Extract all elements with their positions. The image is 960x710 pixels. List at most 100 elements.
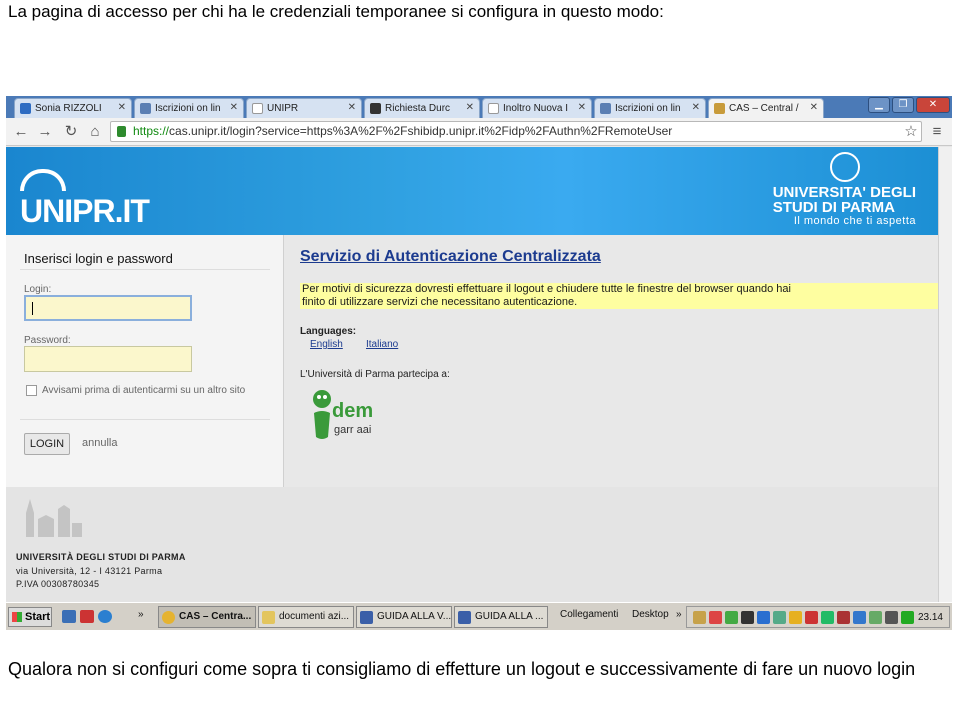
language-italiano-link[interactable]: Italiano [366,339,398,350]
warning-icon[interactable] [789,611,802,624]
outlook-icon [20,103,31,114]
close-icon[interactable]: ✕ [466,102,474,113]
tray-app-icon[interactable] [853,611,866,624]
chevron-right-icon[interactable]: » [138,609,144,620]
menu-icon[interactable]: ≡ [928,123,946,141]
folder-icon [262,611,275,624]
bookmark-star-icon[interactable]: ☆ [902,123,920,141]
divider [20,419,270,420]
links-toolbar[interactable]: Collegamenti [560,609,618,620]
chevron-right-icon[interactable]: » [676,609,682,620]
language-english-link[interactable]: English [310,339,343,350]
forward-icon[interactable]: → [36,123,54,141]
task-documenti[interactable]: documenti azi... [258,606,354,628]
login-panel: Inserisci login e password Login: Passwo… [6,235,284,487]
footer-address: via Università, 12 - I 43121 Parma [16,566,163,576]
footer-name: UNIVERSITÀ DEGLI STUDI DI PARMA [16,552,186,562]
password-input[interactable] [24,346,192,372]
idem-garr-logo[interactable]: dem garr aai [304,383,404,443]
windows-logo-icon [12,612,22,622]
task-guida-1[interactable]: GUIDA ALLA V... [356,606,452,628]
cas-icon [714,103,725,114]
tray-app-icon[interactable] [805,611,818,624]
desktop-toolbar[interactable]: Desktop [632,609,669,620]
word-icon [458,611,471,624]
restore-icon[interactable]: ❐ [892,97,914,113]
browser-screenshot: Sonia RIZZOLI ✕ Iscrizioni on lin ✕ UNIP… [6,96,952,630]
warn-label: Avvisami prima di autenticarmi su un alt… [42,385,246,396]
display-icon[interactable] [869,611,882,624]
task-guida-2[interactable]: GUIDA ALLA ... [454,606,548,628]
university-motto: Il mondo che ti aspetta [793,215,916,227]
connection-icon[interactable] [901,611,914,624]
browser-toolbar: ← → ↻ ⌂ https://cas.unipr.it/login?servi… [6,118,952,146]
cancel-link[interactable]: annulla [82,437,117,449]
scrollbar[interactable] [938,147,952,602]
tab-label: Inoltro Nuova I [503,103,569,114]
login-button[interactable]: LOGIN [24,433,70,455]
minimize-icon[interactable]: ▁ [868,97,890,113]
show-desktop-icon[interactable] [62,610,76,623]
parma-skyline-icon [26,499,82,537]
svg-text:garr aai: garr aai [334,424,371,436]
header-banner: UNIPR.IT UNIVERSITA' DEGLI STUDI DI PARM… [6,147,938,235]
lock-icon [117,126,126,137]
security-notice: Per motivi di sicurezza dovresti effettu… [300,283,938,309]
update-icon[interactable] [725,611,738,624]
divider [20,269,270,270]
tab-label: Richiesta Durc [385,103,451,114]
antivirus-icon[interactable] [709,611,722,624]
languages-title: Languages: [300,326,357,337]
university-seal-icon [830,152,860,182]
start-button[interactable]: Start [8,607,52,627]
login-input[interactable] [24,295,192,321]
address-bar[interactable]: https://cas.unipr.it/login?service=https… [110,121,922,142]
internet-explorer-icon[interactable] [98,610,112,623]
close-icon[interactable]: ✕ [118,102,126,113]
unipr-logo[interactable]: UNIPR.IT [20,193,150,230]
close-icon[interactable]: ✕ [230,102,238,113]
tab-richiesta-durc[interactable]: Richiesta Durc ✕ [364,98,480,118]
close-icon[interactable]: ✕ [348,102,356,113]
task-cas[interactable]: CAS – Centra... [158,606,256,628]
url-scheme: https:// [133,124,170,138]
page-icon [600,103,611,114]
close-icon[interactable]: ✕ [810,102,818,113]
tab-cas[interactable]: CAS – Central / ✕ [708,98,824,118]
reload-icon[interactable]: ↻ [62,123,80,141]
bluetooth-icon[interactable] [757,611,770,624]
login-title: Inserisci login e password [24,251,173,266]
page-icon [140,103,151,114]
home-icon[interactable]: ⌂ [86,123,104,141]
media-player-icon[interactable] [80,610,94,623]
tab-label: UNIPR [267,103,299,114]
tab-unipr[interactable]: UNIPR ✕ [246,98,362,118]
blank-page-icon [488,103,499,114]
tab-iscrizioni-1[interactable]: Iscrizioni on lin ✕ [134,98,244,118]
network-icon[interactable] [773,611,786,624]
tray-app-icon[interactable] [821,611,834,624]
url-text: cas.unipr.it/login?service=https%3A%2F%2… [169,124,673,138]
tab-strip: Sonia RIZZOLI ✕ Iscrizioni on lin ✕ UNIP… [6,96,952,118]
footer-vat: P.IVA 00308780345 [16,579,100,589]
word-icon [360,611,373,624]
close-window-icon[interactable]: ✕ [916,97,950,113]
svg-text:dem: dem [332,400,373,422]
close-icon[interactable]: ✕ [692,102,700,113]
taskbar-clock[interactable]: 23.14 [918,612,943,623]
text-caret [32,302,33,315]
back-icon[interactable]: ← [12,123,30,141]
tab-inoltro[interactable]: Inoltro Nuova I ✕ [482,98,592,118]
media-icon[interactable] [741,611,754,624]
tab-iscrizioni-2[interactable]: Iscrizioni on lin ✕ [594,98,706,118]
service-title[interactable]: Servizio di Autenticazione Centralizzata [300,248,601,266]
windows-taskbar: Start » CAS – Centra... documenti azi...… [6,602,952,630]
close-icon[interactable]: ✕ [578,102,586,113]
document-bottom-caption: Qualora non si configuri come sopra ti c… [8,659,916,679]
volume-icon[interactable] [885,611,898,624]
tray-app-icon[interactable] [837,611,850,624]
system-tray: 23.14 [686,606,950,628]
chrome-icon [162,611,175,624]
tray-app-icon[interactable] [693,611,706,624]
tab-sonia-rizzoli[interactable]: Sonia RIZZOLI ✕ [14,98,132,118]
